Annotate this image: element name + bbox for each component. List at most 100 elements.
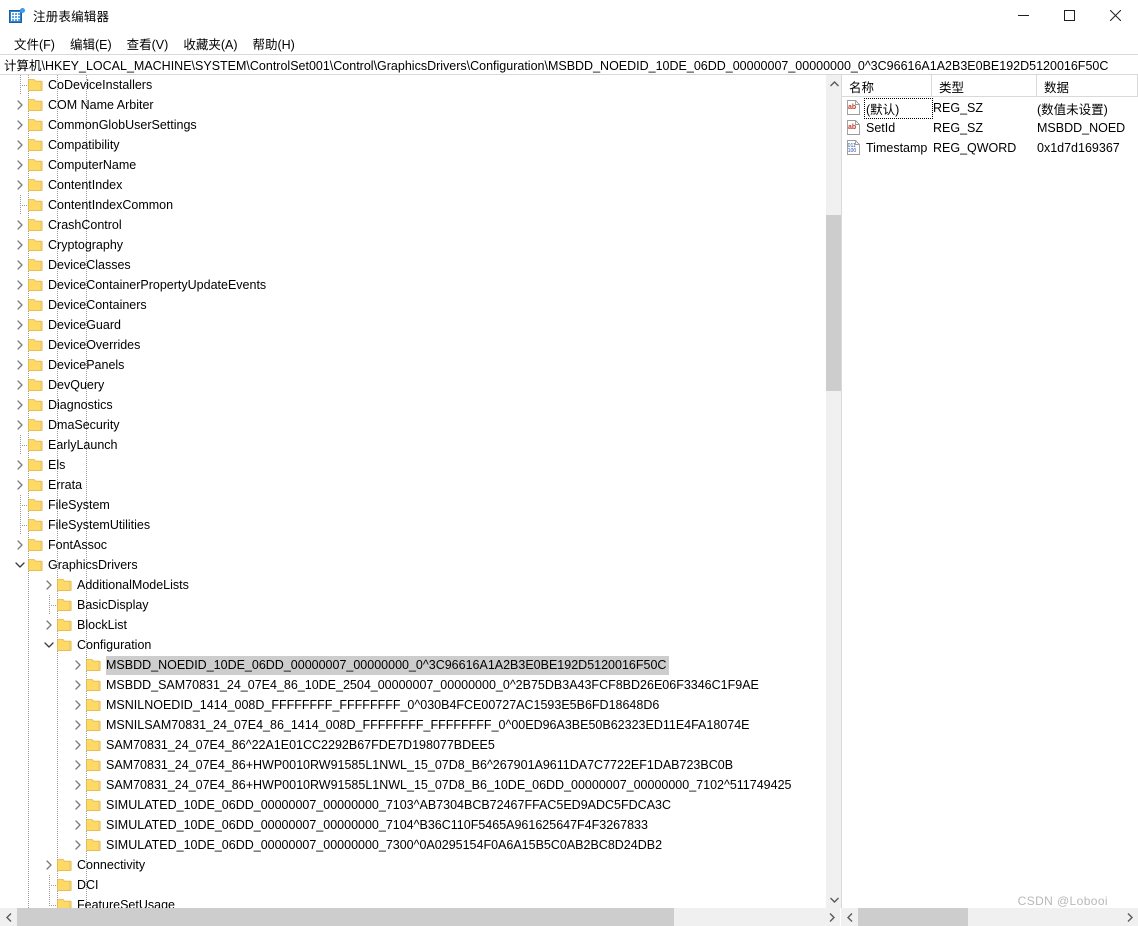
chevron-right-icon[interactable] bbox=[12, 135, 28, 155]
column-header-data[interactable]: 数据 bbox=[1037, 75, 1138, 96]
chevron-right-icon[interactable] bbox=[70, 815, 86, 835]
tree-vertical-scrollbar[interactable] bbox=[825, 75, 841, 908]
chevron-right-icon[interactable] bbox=[70, 735, 86, 755]
tree-scroll-thumb[interactable] bbox=[826, 215, 841, 391]
chevron-right-icon[interactable] bbox=[70, 655, 86, 675]
chevron-right-icon[interactable] bbox=[12, 95, 28, 115]
tree-item[interactable]: DCI bbox=[0, 875, 825, 895]
chevron-right-icon[interactable] bbox=[70, 775, 86, 795]
values-horizontal-scrollbar[interactable] bbox=[841, 908, 1138, 926]
tree-item[interactable]: ContentIndexCommon bbox=[0, 195, 825, 215]
tree-item[interactable]: FeatureSetUsage bbox=[0, 895, 825, 908]
tree-item[interactable]: DeviceContainers bbox=[0, 295, 825, 315]
tree-item[interactable]: SIMULATED_10DE_06DD_00000007_00000000_71… bbox=[0, 795, 825, 815]
scroll-left-icon[interactable] bbox=[0, 908, 17, 926]
chevron-right-icon[interactable] bbox=[70, 755, 86, 775]
maximize-icon[interactable] bbox=[1046, 0, 1092, 32]
chevron-right-icon[interactable] bbox=[41, 615, 57, 635]
chevron-right-icon[interactable] bbox=[12, 355, 28, 375]
chevron-right-icon[interactable] bbox=[12, 215, 28, 235]
tree-item[interactable]: FileSystemUtilities bbox=[0, 515, 825, 535]
values-hscroll-thumb[interactable] bbox=[858, 908, 968, 926]
tree-item[interactable]: MSBDD_SAM70831_24_07E4_86_10DE_2504_0000… bbox=[0, 675, 825, 695]
chevron-right-icon[interactable] bbox=[12, 455, 28, 475]
tree-item[interactable]: MSNILSAM70831_24_07E4_86_1414_008D_FFFFF… bbox=[0, 715, 825, 735]
tree-item[interactable]: CrashControl bbox=[0, 215, 825, 235]
tree-item[interactable]: Configuration bbox=[0, 635, 825, 655]
address-bar[interactable]: 计算机\HKEY_LOCAL_MACHINE\SYSTEM\ControlSet… bbox=[0, 54, 1138, 75]
values-scroll-right-icon[interactable] bbox=[1121, 908, 1138, 926]
chevron-right-icon[interactable] bbox=[12, 275, 28, 295]
chevron-right-icon[interactable] bbox=[12, 255, 28, 275]
tree-item[interactable]: FileSystem bbox=[0, 495, 825, 515]
chevron-down-icon[interactable] bbox=[12, 555, 28, 575]
tree-item[interactable]: DevQuery bbox=[0, 375, 825, 395]
tree-item[interactable]: MSNILNOEDID_1414_008D_FFFFFFFF_FFFFFFFF_… bbox=[0, 695, 825, 715]
tree-item[interactable]: DevicePanels bbox=[0, 355, 825, 375]
tree-item[interactable]: BasicDisplay bbox=[0, 595, 825, 615]
tree-item[interactable]: ContentIndex bbox=[0, 175, 825, 195]
chevron-right-icon[interactable] bbox=[12, 155, 28, 175]
tree-item[interactable]: SAM70831_24_07E4_86^22A1E01CC2292B67FDE7… bbox=[0, 735, 825, 755]
chevron-right-icon[interactable] bbox=[12, 235, 28, 255]
tree-item[interactable]: SAM70831_24_07E4_86+HWP0010RW91585L1NWL_… bbox=[0, 755, 825, 775]
chevron-right-icon[interactable] bbox=[12, 375, 28, 395]
tree-item[interactable]: DeviceGuard bbox=[0, 315, 825, 335]
chevron-right-icon[interactable] bbox=[12, 295, 28, 315]
close-icon[interactable] bbox=[1092, 0, 1138, 32]
scroll-right-icon[interactable] bbox=[823, 908, 840, 926]
menu-help[interactable]: 帮助(H) bbox=[245, 32, 302, 55]
tree-item[interactable]: AdditionalModeLists bbox=[0, 575, 825, 595]
value-row[interactable]: 011 100 Timestamp REG_QWORD 0x1d7d169367 bbox=[842, 138, 1138, 158]
values-list[interactable]: ab (默认) REG_SZ (数值未设置) ab SetId REG_SZ MSBDD_NO… bbox=[842, 97, 1138, 908]
tree-item[interactable]: Compatibility bbox=[0, 135, 825, 155]
scroll-up-icon[interactable] bbox=[826, 75, 841, 92]
minimize-icon[interactable] bbox=[1000, 0, 1046, 32]
chevron-right-icon[interactable] bbox=[70, 795, 86, 815]
chevron-right-icon[interactable] bbox=[41, 575, 57, 595]
tree-item[interactable]: CoDeviceInstallers bbox=[0, 75, 825, 95]
tree-item[interactable]: COM Name Arbiter bbox=[0, 95, 825, 115]
tree-item[interactable]: GraphicsDrivers bbox=[0, 555, 825, 575]
tree-item[interactable]: DeviceContainerPropertyUpdateEvents bbox=[0, 275, 825, 295]
tree-item[interactable]: FontAssoc bbox=[0, 535, 825, 555]
value-row[interactable]: ab SetId REG_SZ MSBDD_NOED bbox=[842, 118, 1138, 138]
value-row[interactable]: ab (默认) REG_SZ (数值未设置) bbox=[842, 97, 1138, 119]
tree-item[interactable]: Cryptography bbox=[0, 235, 825, 255]
values-scroll-left-icon[interactable] bbox=[841, 908, 858, 926]
registry-tree[interactable]: CoDeviceInstallers COM Name Arbiter Common… bbox=[0, 75, 841, 908]
chevron-down-icon[interactable] bbox=[41, 635, 57, 655]
tree-item[interactable]: Diagnostics bbox=[0, 395, 825, 415]
chevron-right-icon[interactable] bbox=[12, 395, 28, 415]
chevron-right-icon[interactable] bbox=[70, 675, 86, 695]
tree-item[interactable]: Els bbox=[0, 455, 825, 475]
tree-item-selected[interactable]: MSBDD_NOEDID_10DE_06DD_00000007_00000000… bbox=[0, 655, 825, 675]
tree-item[interactable]: BlockList bbox=[0, 615, 825, 635]
tree-hscroll-thumb[interactable] bbox=[17, 908, 674, 926]
column-header-type[interactable]: 类型 bbox=[932, 75, 1037, 96]
tree-item[interactable]: ComputerName bbox=[0, 155, 825, 175]
chevron-right-icon[interactable] bbox=[70, 835, 86, 855]
scroll-down-icon[interactable] bbox=[826, 891, 841, 908]
tree-item[interactable]: DeviceOverrides bbox=[0, 335, 825, 355]
tree-item[interactable]: Connectivity bbox=[0, 855, 825, 875]
tree-item[interactable]: DeviceClasses bbox=[0, 255, 825, 275]
chevron-right-icon[interactable] bbox=[12, 535, 28, 555]
column-header-name[interactable]: 名称 bbox=[842, 75, 932, 96]
chevron-right-icon[interactable] bbox=[41, 855, 57, 875]
chevron-right-icon[interactable] bbox=[12, 475, 28, 495]
menu-view[interactable]: 查看(V) bbox=[120, 32, 177, 55]
chevron-right-icon[interactable] bbox=[12, 415, 28, 435]
chevron-right-icon[interactable] bbox=[12, 115, 28, 135]
tree-item[interactable]: SAM70831_24_07E4_86+HWP0010RW91585L1NWL_… bbox=[0, 775, 825, 795]
tree-item[interactable]: SIMULATED_10DE_06DD_00000007_00000000_71… bbox=[0, 815, 825, 835]
tree-item[interactable]: DmaSecurity bbox=[0, 415, 825, 435]
tree-item[interactable]: EarlyLaunch bbox=[0, 435, 825, 455]
menu-file[interactable]: 文件(F) bbox=[7, 32, 63, 55]
chevron-right-icon[interactable] bbox=[70, 695, 86, 715]
tree-item[interactable]: CommonGlobUserSettings bbox=[0, 115, 825, 135]
chevron-right-icon[interactable] bbox=[12, 315, 28, 335]
chevron-right-icon[interactable] bbox=[12, 175, 28, 195]
menu-edit[interactable]: 编辑(E) bbox=[63, 32, 120, 55]
menu-favorites[interactable]: 收藏夹(A) bbox=[176, 32, 245, 55]
